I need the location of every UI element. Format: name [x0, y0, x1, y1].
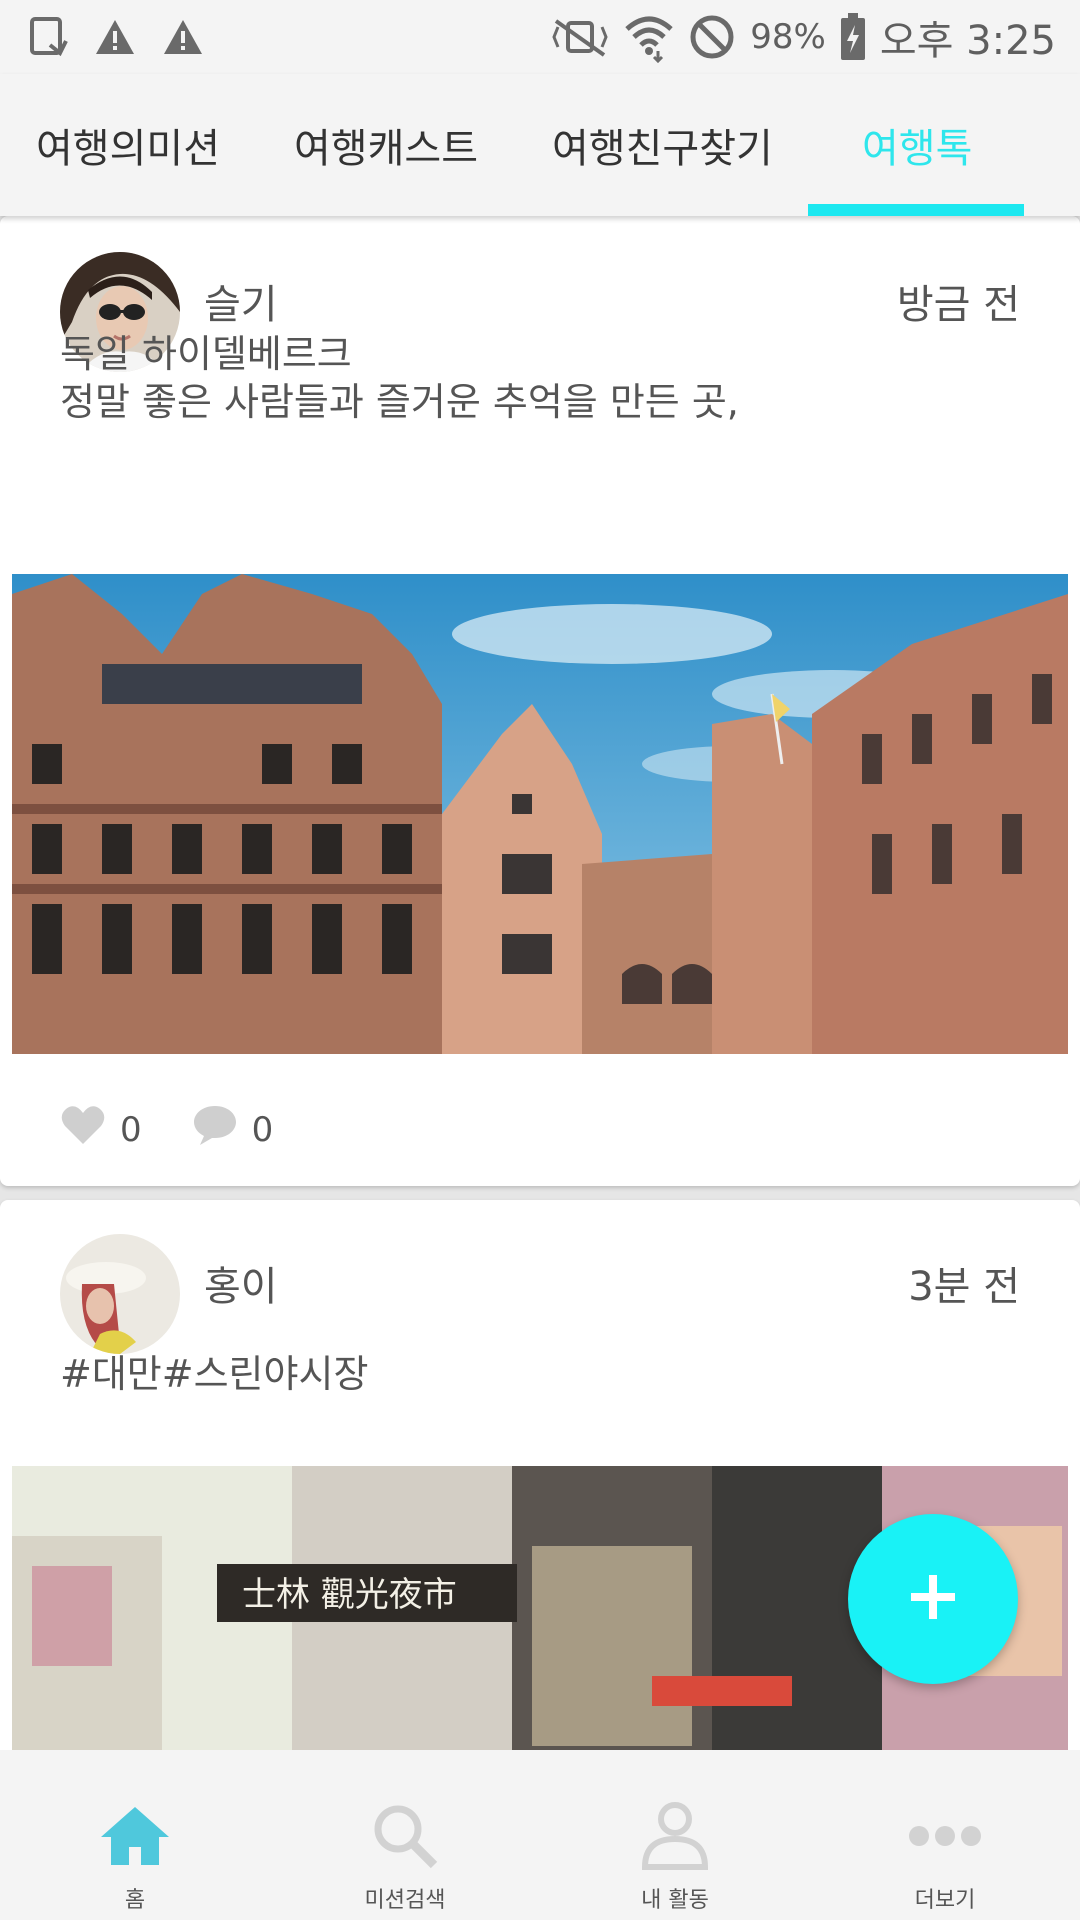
add-post-button[interactable] — [848, 1514, 1018, 1684]
status-time: 오후 3:25 — [879, 18, 1056, 64]
status-left-icons — [28, 15, 204, 59]
like-count: 0 — [120, 1109, 142, 1150]
person-icon — [640, 1796, 710, 1876]
battery-percent: 98% — [750, 17, 826, 57]
post-image[interactable] — [12, 574, 1068, 1054]
post-username[interactable]: 홍이 — [204, 1254, 278, 1312]
vibrate-mute-icon — [550, 17, 610, 57]
top-tab-bar: 여행의미션 여행캐스트 여행친구찾기 여행톡 — [0, 74, 1080, 216]
warning-icon — [94, 18, 136, 56]
nav-mission-search[interactable]: 미션검색 — [270, 1750, 540, 1920]
post-text[interactable]: 독일 하이델베르크 정말 좋은 사람들과 즐거운 추억을 만든 곳, — [60, 330, 739, 426]
post-timestamp: 3분 전 — [908, 1264, 1020, 1310]
nav-label: 더보기 — [914, 1888, 976, 1913]
nav-label: 내 활동 — [641, 1888, 709, 1913]
post-timestamp: 방금 전 — [896, 282, 1020, 328]
tab-travel-mission[interactable]: 여행의미션 — [36, 74, 220, 216]
tab-travel-talk[interactable]: 여행톡 — [862, 74, 972, 216]
nav-my-activity[interactable]: 내 활동 — [540, 1750, 810, 1920]
bottom-navigation: 홈 미션검색 내 활동 더보기 — [0, 1750, 1080, 1920]
post-text-line: 정말 좋은 사람들과 즐거운 추억을 만든 곳, — [60, 380, 739, 424]
avatar[interactable] — [60, 1234, 180, 1354]
post-text-line: 독일 하이델베르크 — [60, 332, 352, 376]
active-tab-indicator — [808, 204, 1024, 216]
screen-rotate-icon — [28, 15, 68, 59]
market-sign-text: 士林 觀光夜市 — [242, 1575, 457, 1615]
wifi-icon — [624, 11, 674, 63]
search-icon — [372, 1796, 438, 1876]
status-right: 98% 오후 3:25 — [550, 8, 1056, 66]
do-not-disturb-icon — [688, 13, 736, 61]
tab-find-travel-friend[interactable]: 여행친구찾기 — [552, 74, 773, 216]
comment-count: 0 — [251, 1109, 274, 1150]
warning-icon — [162, 18, 204, 56]
post-card[interactable]: 슬기 방금 전 독일 하이델베르크 정말 좋은 사람들과 즐거운 추억을 만든 … — [0, 216, 1080, 1186]
post-text-line: #대만#스린야시장 — [60, 1352, 369, 1396]
plus-icon — [905, 1569, 961, 1629]
comment-icon[interactable] — [192, 1104, 238, 1155]
more-icon — [908, 1796, 982, 1876]
heart-icon[interactable] — [60, 1104, 106, 1155]
nav-label: 홈 — [124, 1888, 146, 1913]
tab-travel-cast[interactable]: 여행캐스트 — [294, 74, 478, 216]
post-reactions: 0 0 — [60, 1104, 323, 1155]
status-bar: 98% 오후 3:25 — [0, 0, 1080, 74]
post-text[interactable]: #대만#스린야시장 — [60, 1350, 368, 1398]
nav-label: 미션검색 — [364, 1888, 446, 1913]
battery-charging-icon — [840, 13, 866, 61]
post-username[interactable]: 슬기 — [204, 272, 278, 330]
nav-home[interactable]: 홈 — [0, 1750, 270, 1920]
nav-more[interactable]: 더보기 — [810, 1750, 1080, 1920]
home-icon — [99, 1796, 171, 1876]
